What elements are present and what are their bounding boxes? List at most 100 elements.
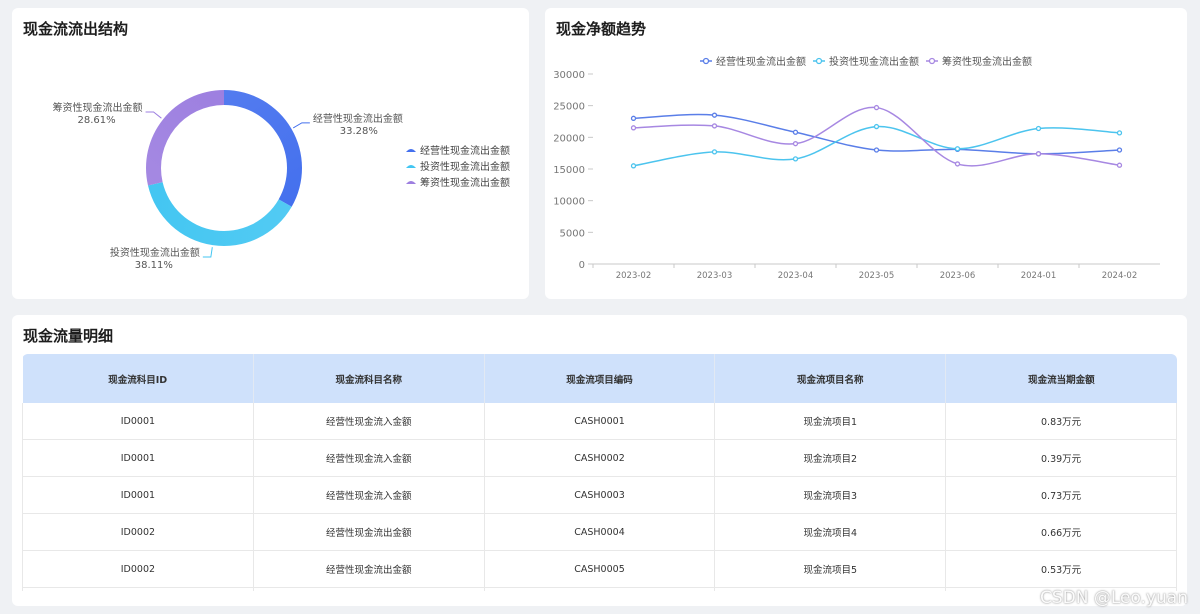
table-cell: 经营性现金流出金额 xyxy=(252,550,485,588)
data-point[interactable] xyxy=(711,149,718,155)
legend-item[interactable]: 投资性现金流出金额 xyxy=(420,160,510,173)
x-tick-label: 2024-02 xyxy=(1102,271,1138,281)
table-cell: 经营性现金流入金额 xyxy=(252,476,485,514)
watermark: CSDN @Leo.yuan xyxy=(1039,588,1188,608)
data-point[interactable] xyxy=(711,123,718,129)
table-row[interactable]: ID0002 经营性现金流出金额 CASH0005 现金流项目5 0.53万元 xyxy=(22,550,1177,588)
data-point[interactable] xyxy=(1116,147,1123,153)
data-point[interactable] xyxy=(1116,162,1123,168)
series-line[interactable] xyxy=(633,125,1120,167)
data-point[interactable] xyxy=(630,115,637,121)
table-cell: CASH0004 xyxy=(483,513,716,551)
table-row[interactable]: ID0001 经营性现金流入金额 CASH0002 现金流项目2 0.39万元 xyxy=(22,439,1177,477)
pie-slice-label: 经营性现金流出金额 xyxy=(313,112,403,125)
data-point[interactable] xyxy=(630,125,637,131)
table-cell: 现金流项目3 xyxy=(714,476,947,514)
table-cell: CASH0001 xyxy=(483,403,716,440)
x-tick-label: 2023-03 xyxy=(697,271,733,281)
table-cell: CASH0006 xyxy=(483,587,716,591)
table-cell: 现金流项目4 xyxy=(714,513,947,551)
data-point[interactable] xyxy=(630,163,637,169)
legend-item[interactable]: 经营性现金流出金额 xyxy=(420,144,510,157)
table-cell: 0.83万元 xyxy=(945,403,1177,440)
column-header: 现金流科目名称 xyxy=(253,354,485,403)
y-tick-label: 30000 xyxy=(553,70,585,81)
legend-marker-icon xyxy=(928,57,936,65)
detail-table-card: 现金流量明细 现金流科目ID 现金流科目名称 现金流项目编码 现金流项目名称 现金流当期… xyxy=(12,315,1187,606)
y-tick-label: 5000 xyxy=(560,228,585,239)
table-cell: 0.66万元 xyxy=(945,513,1177,551)
y-tick-label: 25000 xyxy=(553,102,585,113)
y-tick-label: 20000 xyxy=(553,133,585,144)
pie-slice-label: 筹资性现金流出金额 xyxy=(53,101,143,114)
cashflow-table: 现金流科目ID 现金流科目名称 现金流项目编码 现金流项目名称 现金流当期金额 ID00… xyxy=(22,354,1177,591)
data-point[interactable] xyxy=(954,161,961,167)
pie-slice-percent: 33.28% xyxy=(340,126,378,137)
table-cell: ID0001 xyxy=(22,403,254,440)
y-tick-label: 15000 xyxy=(553,165,585,176)
table-cell: 现金流项目6 xyxy=(714,587,947,591)
pie-label-line xyxy=(292,122,310,129)
legend-swatch-icon xyxy=(406,181,416,184)
legend-swatch-icon xyxy=(406,149,416,152)
table-header-row: 现金流科目ID 现金流科目名称 现金流项目编码 现金流项目名称 现金流当期金额 xyxy=(22,354,1177,403)
table-row[interactable]: ID0002经营性现金流出金额CASH0006现金流项目60.??万元 xyxy=(22,587,1177,591)
table-cell: 经营性现金流出金额 xyxy=(252,513,485,551)
table-cell: ID0001 xyxy=(22,476,254,514)
table-cell: ID0002 xyxy=(22,587,254,591)
legend-item[interactable]: 筹资性现金流出金额 xyxy=(420,176,510,189)
table-cell: 0.53万元 xyxy=(945,550,1177,588)
pie-slice-percent: 38.11% xyxy=(135,260,173,271)
data-point[interactable] xyxy=(1116,130,1123,136)
table-row[interactable]: ID0001 经营性现金流入金额 CASH0003 现金流项目3 0.73万元 xyxy=(22,476,1177,514)
pie-slice[interactable] xyxy=(224,90,302,207)
column-header: 现金流项目编码 xyxy=(484,354,716,403)
legend-item[interactable]: 投资性现金流出金额 xyxy=(829,55,919,68)
table-cell: CASH0003 xyxy=(483,476,716,514)
legend-item[interactable]: 筹资性现金流出金额 xyxy=(942,55,1032,68)
table-cell: ID0002 xyxy=(22,513,254,551)
x-tick-label: 2023-02 xyxy=(616,271,652,281)
data-point[interactable] xyxy=(873,104,880,111)
x-tick-label: 2023-04 xyxy=(778,271,814,281)
table-cell: ID0001 xyxy=(22,439,254,477)
table-cell: 经营性现金流出金额 xyxy=(252,587,485,591)
column-header: 现金流科目ID xyxy=(22,354,254,403)
table-card-title: 现金流量明细 xyxy=(23,327,114,345)
table-scroll-area[interactable]: 现金流科目ID 现金流科目名称 现金流项目编码 现金流项目名称 现金流当期金额 ID00… xyxy=(22,354,1177,591)
legend-swatch-icon xyxy=(406,165,416,168)
table-cell: CASH0005 xyxy=(483,550,716,588)
legend-item[interactable]: 经营性现金流出金额 xyxy=(716,55,806,68)
pie-label-line xyxy=(145,111,162,119)
pie-slice[interactable] xyxy=(147,182,292,247)
data-point[interactable] xyxy=(792,141,799,147)
line-chart: 0 5000 10000 15000 20000 25000 30000 2023-02 202… xyxy=(553,55,1160,281)
data-point[interactable] xyxy=(792,129,799,135)
table-cell: 现金流项目5 xyxy=(714,550,947,588)
table-row[interactable]: ID0001 经营性现金流入金额 CASH0001 现金流项目1 0.83万元 xyxy=(22,403,1177,440)
pie-slice-percent: 28.61% xyxy=(77,115,115,126)
data-point[interactable] xyxy=(1035,125,1042,132)
data-point[interactable] xyxy=(954,146,961,152)
table-cell: 0.73万元 xyxy=(945,476,1177,514)
table-cell: 经营性现金流入金额 xyxy=(252,403,485,440)
x-tick-label: 2023-06 xyxy=(940,271,976,281)
pie-label-line xyxy=(202,247,213,258)
table-cell: 经营性现金流入金额 xyxy=(252,439,485,477)
pie-slice[interactable] xyxy=(146,90,224,186)
pie-slice-label: 投资性现金流出金额 xyxy=(110,246,200,259)
data-point[interactable] xyxy=(1035,151,1042,157)
data-point[interactable] xyxy=(792,156,799,162)
series-line[interactable] xyxy=(633,106,1120,167)
legend-marker-icon xyxy=(815,57,823,65)
data-point[interactable] xyxy=(873,147,880,153)
data-point[interactable] xyxy=(711,112,718,118)
y-tick-label: 10000 xyxy=(553,197,585,208)
column-header: 现金流项目名称 xyxy=(714,354,947,403)
legend-marker-icon xyxy=(702,57,710,65)
table-row[interactable]: ID0002 经营性现金流出金额 CASH0004 现金流项目4 0.66万元 xyxy=(22,513,1177,551)
line-chart-card: 现金净额趋势 0 5000 10000 15000 20000 25000 30000 202… xyxy=(545,8,1187,299)
x-tick-label: 2024-01 xyxy=(1021,271,1057,281)
data-point[interactable] xyxy=(873,123,880,130)
x-tick-label: 2023-05 xyxy=(859,271,895,281)
